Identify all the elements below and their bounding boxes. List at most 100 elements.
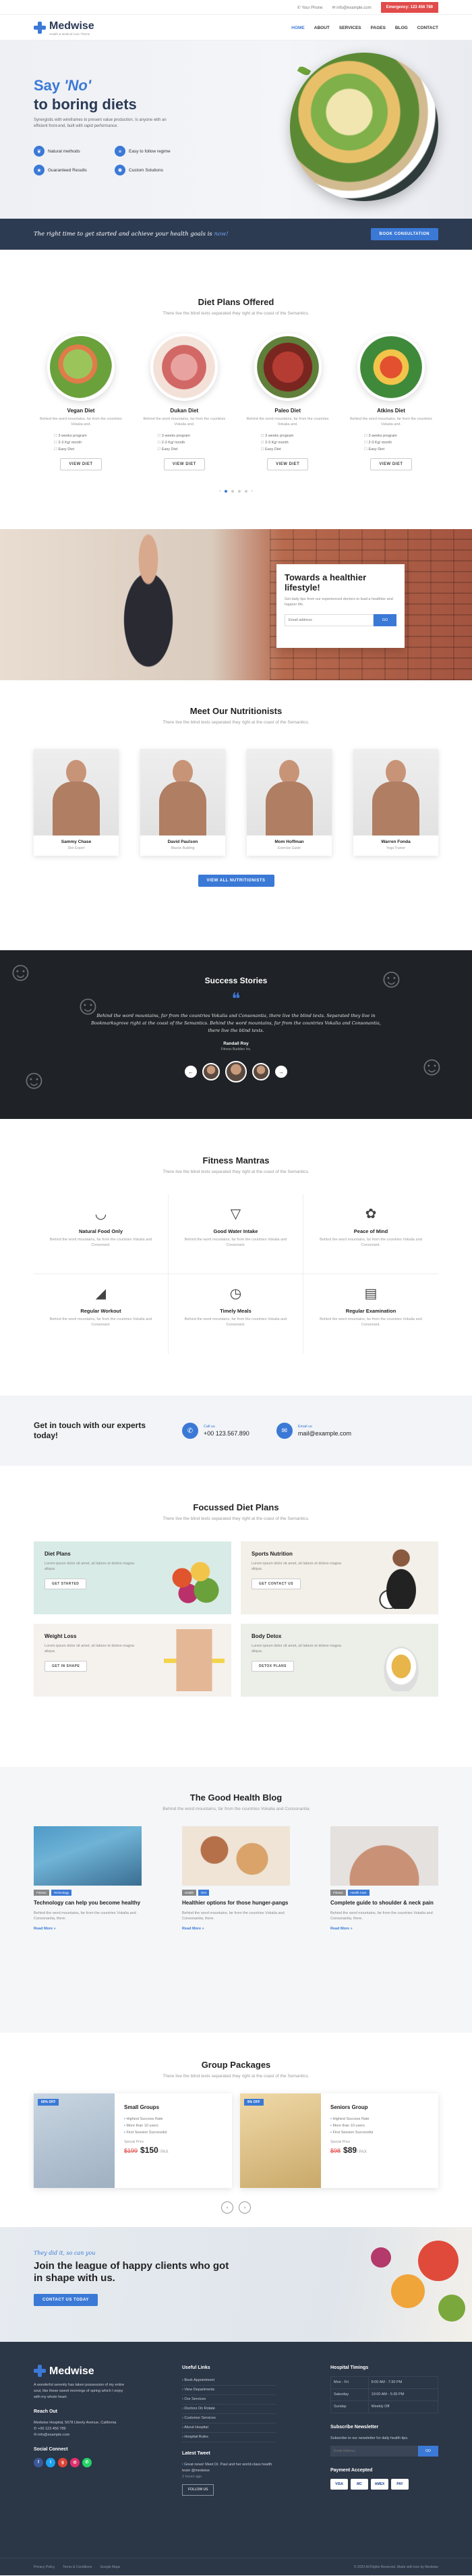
privacy-policy-link[interactable]: Privacy Policy — [34, 2565, 55, 2569]
emergency-badge[interactable]: Emergency: 123 456 789 — [380, 2, 438, 13]
dukan-diet-image — [150, 333, 218, 401]
avatar[interactable] — [225, 1061, 247, 1083]
footer-subscribe-button[interactable]: GO — [418, 2446, 438, 2457]
latest-tweet-title: Latest Tweet — [182, 2451, 210, 2456]
google-maps-link[interactable]: Google Maps — [100, 2565, 120, 2569]
blog-image — [182, 1826, 290, 1886]
chevron-left-icon[interactable]: ‹ — [221, 2201, 233, 2214]
logo[interactable]: Medwise Health & Medical Care Theme — [34, 20, 94, 36]
email-us[interactable]: ✉ Email us mail@example.com — [276, 1423, 351, 1439]
nav-services[interactable]: SERVICES — [339, 26, 361, 30]
mantras-subtitle: There live the blind texts separated the… — [163, 1170, 309, 1174]
footer-link[interactable]: Customer Services — [182, 2414, 276, 2423]
focus-card: Sports Nutrition Lorem ipsum dolor sit a… — [241, 1541, 438, 1614]
pager-next[interactable]: › — [252, 489, 253, 493]
get-started-button[interactable]: GET STARTED — [45, 1579, 87, 1589]
pager-prev[interactable]: ‹ — [219, 489, 220, 493]
blog-post-title[interactable]: Technology can help you become healthy — [34, 1900, 142, 1907]
view-diet-button[interactable]: VIEW DIET — [60, 458, 102, 470]
footer-email-input[interactable] — [330, 2446, 418, 2457]
chevron-right-icon[interactable]: › — [239, 2201, 251, 2214]
nav-blog[interactable]: BLOG — [395, 26, 408, 30]
view-diet-button[interactable]: VIEW DIET — [163, 458, 205, 470]
tag[interactable]: Fitness — [330, 1890, 346, 1896]
book-consultation-button[interactable]: BOOK CONSULTATION — [370, 228, 438, 240]
footer-link[interactable]: Book Appointment — [182, 2376, 276, 2386]
nav-contact[interactable]: CONTACT — [417, 26, 438, 30]
testimonial-avatars: ← → — [0, 1061, 472, 1083]
nutritionist-name: Mom Hoffman — [274, 840, 304, 844]
read-more-link[interactable]: Read More » — [182, 1927, 204, 1931]
view-all-nutritionists-button[interactable]: VIEW ALL NUTRITIONISTS — [198, 875, 274, 887]
arrow-right-icon[interactable]: → — [275, 1066, 287, 1078]
blog-card: Health Diet Healthier options for those h… — [182, 1826, 290, 1931]
tag[interactable]: Health — [182, 1890, 197, 1896]
footer-bottom: Privacy Policy Terms & Conditions Google… — [0, 2558, 472, 2575]
pager-dot-2[interactable] — [231, 490, 234, 493]
get-in-shape-button[interactable]: GET IN SHAPE — [45, 1661, 88, 1672]
nav-home[interactable]: HOME — [291, 26, 305, 30]
email-link[interactable]: ✉ info@example.com — [332, 5, 371, 10]
pager-dot-1[interactable] — [225, 490, 227, 493]
social-links: f t g ◎ ✆ — [34, 2458, 128, 2467]
nav-pages[interactable]: PAGES — [371, 26, 386, 30]
nav-about[interactable]: ABOUT — [314, 26, 330, 30]
terms-link[interactable]: Terms & Conditions — [63, 2565, 92, 2569]
footer-link[interactable]: View Departments — [182, 2386, 276, 2395]
newsletter-description: Get daily tips from our experienced doct… — [285, 597, 393, 607]
discount-badge: 8% OFF — [244, 2099, 264, 2106]
tag[interactable]: Technology — [51, 1890, 72, 1896]
newsletter-box: Towards a healthier lifestyle! Get daily… — [276, 564, 405, 648]
instagram-icon[interactable]: ◎ — [70, 2458, 80, 2467]
payment-methods: VISA MC AMEX PAY — [330, 2479, 438, 2490]
contact-us-button[interactable]: GET CONTACT US — [252, 1579, 301, 1589]
contact-us-today-button[interactable]: CONTACT US TODAY — [34, 2294, 98, 2306]
nutritionist-card[interactable]: Sammy Chase Diet Expert — [34, 749, 119, 856]
newsletter-go-button[interactable]: GO — [374, 614, 396, 626]
avatar[interactable] — [202, 1063, 220, 1080]
view-diet-button[interactable]: VIEW DIET — [370, 458, 412, 470]
footer-link[interactable]: Doctors On Rotate — [182, 2405, 276, 2414]
nutritionist-card[interactable]: Mom Hoffman Exercise Guide — [247, 749, 332, 856]
twitter-icon[interactable]: t — [46, 2458, 55, 2467]
detox-plans-button[interactable]: DETOX PLANS — [252, 1661, 294, 1672]
facebook-icon[interactable]: f — [34, 2458, 43, 2467]
whatsapp-icon[interactable]: ✆ — [82, 2458, 92, 2467]
nutritionist-role: Diet Expert — [67, 846, 85, 850]
follow-us-button[interactable]: FOLLOW US — [182, 2484, 214, 2496]
newsletter-banner: Towards a healthier lifestyle! Get daily… — [0, 529, 472, 680]
google-plus-icon[interactable]: g — [58, 2458, 67, 2467]
phone-link[interactable]: ✆ Your Phone — [297, 5, 323, 10]
arrow-left-icon[interactable]: ← — [185, 1066, 197, 1078]
contact-strip: Get in touch with our experts today! ✆ C… — [0, 1396, 472, 1466]
read-more-link[interactable]: Read More » — [330, 1927, 353, 1931]
nutritionist-name: Warren Fonda — [381, 840, 411, 844]
tag[interactable]: Health Care — [347, 1890, 370, 1896]
nutritionist-card[interactable]: Warren Fonda Yoga Trainer — [353, 749, 438, 856]
tag[interactable]: Fitness — [34, 1890, 49, 1896]
footer-link[interactable]: About Hospital — [182, 2423, 276, 2433]
footer-link[interactable]: Hospital Rules — [182, 2433, 276, 2442]
tag[interactable]: Diet — [198, 1890, 210, 1896]
call-number: +00 123.567.890 — [204, 1430, 249, 1437]
salad-bowl-image — [290, 53, 438, 201]
read-more-link[interactable]: Read More » — [34, 1927, 56, 1931]
blog-post-title[interactable]: Complete guide to shoulder & neck pain — [330, 1900, 438, 1907]
blog-post-title[interactable]: Healthier options for those hunger-pangs — [182, 1900, 290, 1907]
newsletter-email-input[interactable] — [285, 614, 374, 626]
footer-logo[interactable]: Medwise — [34, 2365, 128, 2377]
fruit-decoration — [438, 2295, 465, 2322]
footer-link[interactable]: Our Services — [182, 2395, 276, 2405]
footer-phone[interactable]: ✆ +00 123 456 789 — [34, 2426, 128, 2432]
pager-dot-4[interactable] — [245, 490, 247, 493]
footer-address: Medwise Hospital, 5678 Liberty Avenue, C… — [34, 2421, 117, 2425]
footer-email[interactable]: ✉ info@example.com — [34, 2432, 128, 2438]
nutritionist-card[interactable]: David Paulson Muscle Building — [140, 749, 225, 856]
call-us[interactable]: ✆ Call us +00 123.567.890 — [182, 1423, 249, 1439]
pager-dot-3[interactable] — [238, 490, 241, 493]
quote-icon: ❝ — [231, 989, 241, 1008]
paypal-icon: PAY — [391, 2479, 409, 2490]
view-diet-button[interactable]: VIEW DIET — [267, 458, 309, 470]
avatar[interactable] — [252, 1063, 270, 1080]
mantras-grid: ◡ Natural Food Only Behind the word mounta… — [34, 1195, 438, 1354]
